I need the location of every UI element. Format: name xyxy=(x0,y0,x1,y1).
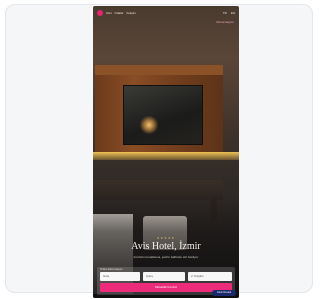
checkin-field[interactable]: Giriş xyxy=(100,272,140,281)
logo-icon[interactable] xyxy=(97,10,103,16)
tv-screen xyxy=(123,85,203,145)
main-nav: Otel Odalar İletişim xyxy=(106,10,136,16)
book-link[interactable]: Rezervasyon xyxy=(216,20,234,24)
lamp-reflection xyxy=(139,116,159,134)
rating-stars: ★★★★★ xyxy=(156,236,176,240)
nav-item[interactable]: Otel xyxy=(106,10,112,16)
nav-item[interactable]: Odalar xyxy=(115,10,124,16)
live-chat-button[interactable]: Canlı Destek xyxy=(212,290,236,296)
language-switch: TR EN xyxy=(223,10,235,16)
panel-trim xyxy=(95,65,223,75)
booking-label: Online Rezervasyon xyxy=(100,268,123,271)
guests-select[interactable]: 2 Yetişkin xyxy=(188,272,232,281)
checkout-field[interactable]: Çıkış xyxy=(143,272,185,281)
top-bar: Otel Odalar İletişim TR EN Rezervasyon xyxy=(93,6,239,24)
nav-item[interactable]: İletişim xyxy=(127,10,136,16)
hero-tagline: Konforlu konaklama, şehrin kalbinde sizi… xyxy=(133,255,199,259)
hotel-name: Avis Hotel, İzmir xyxy=(131,241,201,252)
lang-option[interactable]: EN xyxy=(231,10,235,16)
hotel-site-screenshot: Otel Odalar İletişim TR EN Rezervasyon ★… xyxy=(93,6,239,298)
lang-option[interactable]: TR xyxy=(223,10,227,16)
led-strip-light xyxy=(93,152,239,160)
